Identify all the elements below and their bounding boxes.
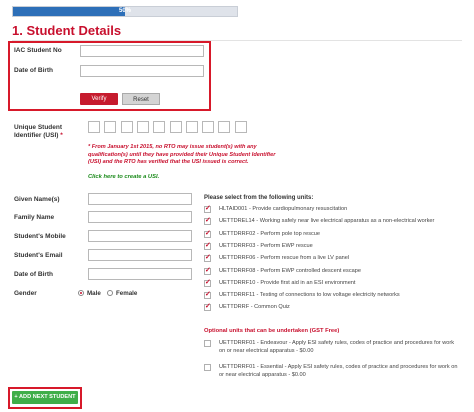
unit-item: UETTDRRF02 - Perform pole top rescue bbox=[204, 229, 466, 240]
unit-item: UETTDRRF03 - Perform EWP rescue bbox=[204, 241, 466, 252]
progress-bar: 50% bbox=[12, 6, 238, 17]
usi-char-box[interactable] bbox=[120, 121, 133, 133]
progress-label: 50% bbox=[118, 8, 131, 14]
unit-item: UETTDREL14 - Working safely near live el… bbox=[204, 216, 466, 227]
optional-units-heading: Optional units that can be undertaken (G… bbox=[204, 328, 340, 334]
family-name-label: Family Name bbox=[14, 214, 55, 221]
units-heading: Please select from the following units: bbox=[204, 195, 314, 201]
gender-male-label: Male bbox=[87, 290, 101, 297]
unit-item: UETTDRRF11 - Testing of connections to l… bbox=[204, 290, 466, 301]
unit-checkbox[interactable] bbox=[204, 302, 211, 312]
family-name-input[interactable] bbox=[88, 211, 192, 223]
mobile-input[interactable] bbox=[88, 230, 192, 242]
given-names-label: Given Name(s) bbox=[14, 196, 60, 203]
unit-label: UETTDRRF11 - Testing of connections to l… bbox=[219, 292, 400, 299]
unit-item: UETTDRRF08 - Perform EWP controlled desc… bbox=[204, 266, 466, 277]
usi-char-box[interactable] bbox=[169, 121, 182, 133]
usi-char-box[interactable] bbox=[185, 121, 198, 133]
create-usi-link[interactable]: Click here to create a USI. bbox=[88, 174, 159, 180]
unit-checkbox[interactable] bbox=[204, 229, 211, 238]
unit-label: HLTAID001 - Provide cardiopulmonary resu… bbox=[219, 206, 348, 212]
given-names-input[interactable] bbox=[88, 193, 192, 205]
unit-checkbox[interactable] bbox=[204, 266, 211, 275]
mobile-label: Student's Mobile bbox=[14, 233, 66, 240]
required-mark: * bbox=[60, 132, 63, 139]
gender-male-radio[interactable] bbox=[78, 290, 84, 296]
optional-unit-checkbox[interactable] bbox=[204, 340, 211, 347]
unit-label: UETTDRRF08 - Perform EWP controlled desc… bbox=[219, 267, 361, 274]
unit-checkbox[interactable] bbox=[204, 216, 211, 226]
verify-button[interactable]: Verify bbox=[80, 93, 118, 105]
iac-student-no-label: IAC Student No bbox=[14, 47, 62, 54]
unit-label: UETTDRRF - Common Quiz bbox=[219, 304, 290, 311]
unit-checkbox[interactable] bbox=[204, 253, 211, 263]
usi-label: Identifier (USI) * bbox=[14, 132, 63, 139]
dob-label: Date of Birth bbox=[14, 271, 53, 278]
usi-label-line1: Unique Student bbox=[14, 124, 63, 131]
unit-checkbox[interactable] bbox=[204, 204, 211, 213]
unit-label: UETTDRRF03 - Perform EWP rescue bbox=[219, 242, 313, 249]
optional-unit-checkbox[interactable] bbox=[204, 364, 211, 371]
unit-checkbox[interactable] bbox=[204, 290, 211, 300]
email-input[interactable] bbox=[88, 249, 192, 261]
unit-label: UETTDRRF10 - Provide first aid in an ESI… bbox=[219, 279, 356, 286]
unit-item: UETTDRRF - Common Quiz bbox=[204, 302, 466, 313]
gender-female-label: Female bbox=[116, 290, 138, 297]
usi-note: * From January 1st 2015, no RTO may issu… bbox=[88, 144, 276, 166]
reset-button[interactable]: Reset bbox=[122, 93, 160, 105]
usi-char-box[interactable] bbox=[218, 121, 231, 133]
optional-unit-label: UETTDRRF01 - Essential - Apply ESI safet… bbox=[219, 364, 458, 378]
unit-item: HLTAID001 - Provide cardiopulmonary resu… bbox=[204, 204, 466, 215]
usi-char-box[interactable] bbox=[104, 121, 117, 133]
unit-checkbox[interactable] bbox=[204, 241, 211, 250]
usi-char-box[interactable] bbox=[234, 121, 247, 133]
verify-dob-input[interactable] bbox=[80, 65, 204, 77]
verify-dob-label: Date of Birth bbox=[14, 67, 53, 74]
optional-unit-label: UETTDRRF01 - Endeavour - Apply ESI safet… bbox=[219, 340, 455, 354]
usi-label-line2: Identifier (USI) bbox=[14, 132, 59, 139]
usi-char-box[interactable] bbox=[153, 121, 166, 133]
usi-char-box[interactable] bbox=[202, 121, 215, 133]
unit-item: UETTDRRF10 - Provide first aid in an ESI… bbox=[204, 278, 466, 289]
unit-item: UETTDRRF06 - Perform rescue from a live … bbox=[204, 253, 466, 264]
email-label: Student's Email bbox=[14, 252, 63, 259]
unit-label: UETTDREL14 - Working safely near live el… bbox=[219, 218, 435, 225]
add-next-student-button[interactable]: + ADD NEXT STUDENT bbox=[12, 391, 78, 404]
usi-char-box[interactable] bbox=[136, 121, 149, 133]
dob-input[interactable] bbox=[88, 268, 192, 280]
unit-checkbox[interactable] bbox=[204, 278, 211, 287]
unit-label: UETTDRRF06 - Perform rescue from a live … bbox=[219, 255, 350, 262]
gender-female-radio[interactable] bbox=[107, 290, 113, 296]
section-title: 1. Student Details bbox=[12, 23, 122, 38]
gender-label: Gender bbox=[14, 290, 37, 297]
unit-label: UETTDRRF02 - Perform pole top rescue bbox=[219, 230, 321, 237]
usi-char-box[interactable] bbox=[88, 121, 100, 133]
iac-student-no-input[interactable] bbox=[80, 45, 204, 57]
